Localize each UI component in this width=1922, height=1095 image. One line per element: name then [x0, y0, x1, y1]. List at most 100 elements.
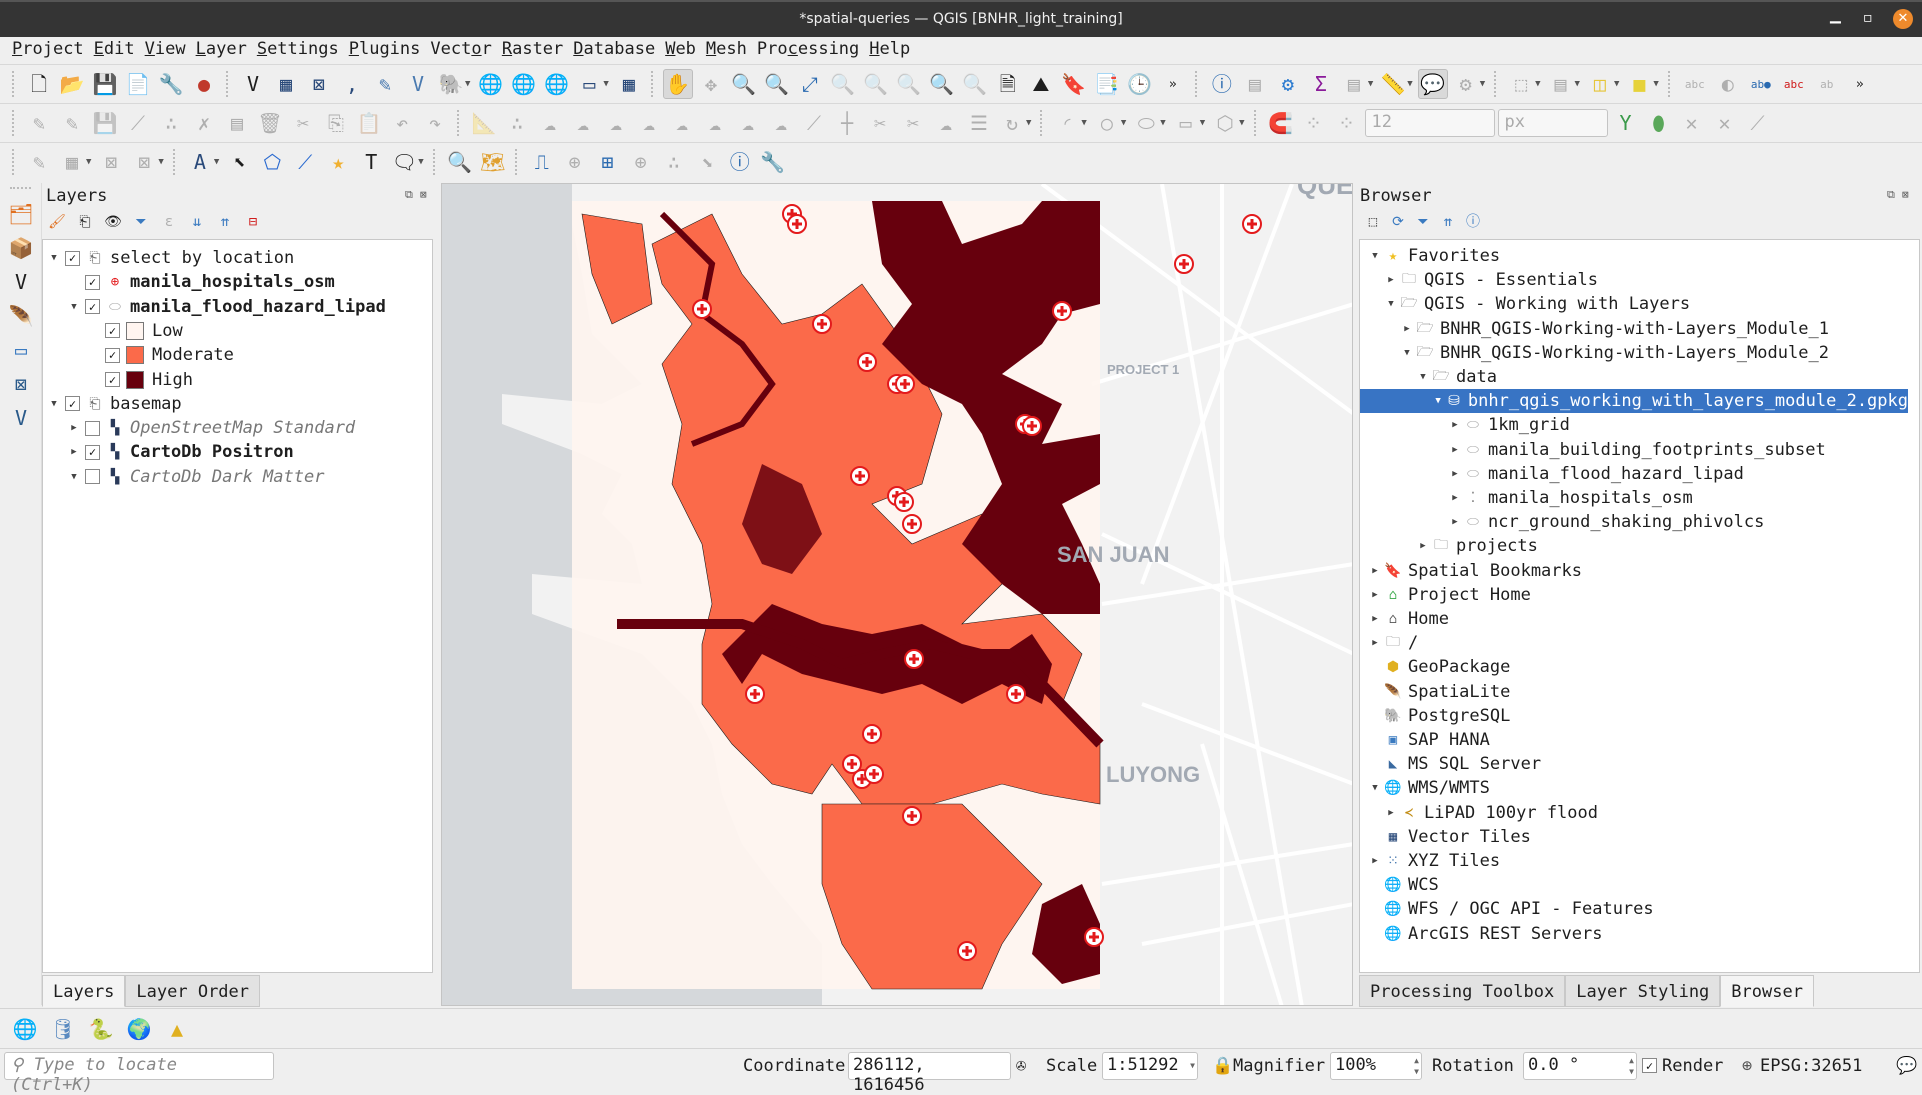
menu-settings[interactable]: Settings [253, 37, 345, 64]
snapping-intersection-icon[interactable]: ✕ [1677, 108, 1707, 138]
toolbar-grip[interactable] [432, 149, 438, 175]
hospital-marker[interactable] [812, 314, 832, 334]
scale-input[interactable]: 1:51292 ▼ [1102, 1052, 1198, 1080]
layer-tree-item[interactable]: ▶ ✓ ▚ CartoDb Positron [67, 440, 293, 464]
annotation-text-icon[interactable]: A [185, 147, 215, 177]
toolbar-grip[interactable] [1494, 71, 1499, 97]
polygon-annotation-icon[interactable]: ⬠ [257, 147, 287, 177]
browser-item[interactable]: ▶ ⌂ Home [1368, 607, 1449, 631]
add-selected-layers-icon[interactable]: ⬚ [1362, 211, 1384, 233]
grid-icon[interactable]: ⊞ [593, 147, 623, 177]
style-manager-icon[interactable]: 🖌 [46, 211, 68, 233]
select-features-icon[interactable]: ⬚ [1506, 69, 1536, 99]
label-tool-icon[interactable]: abc [1680, 69, 1710, 99]
diagram-icon[interactable]: ◐ [1713, 69, 1743, 99]
browser-item[interactable]: ▣ SAP HANA [1368, 728, 1490, 752]
highlight-pinned-labels-icon[interactable]: abc [1779, 69, 1809, 99]
browser-item[interactable]: ▼ 🗁 BNHR_QGIS-Working-with-Layers_Module_2 [1400, 341, 1829, 365]
metasearch-icon[interactable]: 🌐 [10, 1014, 40, 1044]
cut-features-icon[interactable]: ✂ [288, 108, 318, 138]
new-virtual-layer-icon[interactable]: ⊠ [6, 369, 36, 399]
zoom-full-icon[interactable]: ⤢ [795, 69, 825, 99]
processing-toolbox-icon[interactable]: ⚙ [1273, 69, 1303, 99]
remove-layer-icon[interactable]: ⊟ [242, 211, 264, 233]
browser-item[interactable]: ▶ ⬭ ncr_ground_shaking_phivolcs [1448, 510, 1764, 534]
expand-right-icon[interactable]: ▶ [1368, 614, 1382, 624]
menu-layer[interactable]: Layer [192, 37, 253, 64]
toolbar-grip[interactable] [172, 149, 178, 175]
browser-item[interactable]: ▶ ⬭ manila_flood_hazard_lipad [1448, 462, 1744, 486]
new-temporary-scratch-layer-icon[interactable]: ▭ [6, 335, 36, 365]
dropdown-arrow-icon[interactable]: ▼ [1653, 79, 1658, 89]
hospital-marker[interactable] [902, 806, 922, 826]
run-feature-action-icon[interactable]: ⚙ [1451, 69, 1481, 99]
delete-ring-icon[interactable]: ☁ [667, 108, 697, 138]
measure-line-icon[interactable]: 📏 [1378, 69, 1408, 99]
toggle-extents-icon[interactable]: ✇ [1016, 1056, 1026, 1076]
hospital-marker[interactable] [745, 684, 765, 704]
toolbar-grip[interactable] [650, 71, 656, 97]
expand-right-icon[interactable]: ▶ [1448, 469, 1462, 479]
add-point-cloud-layer-icon[interactable]: ▭ [574, 69, 604, 99]
modify-attributes-icon[interactable]: ▤ [222, 108, 252, 138]
new-spatial-bookmark-icon[interactable]: 🔖 [1059, 69, 1089, 99]
tab-processing-toolbox[interactable]: Processing Toolbox [1359, 975, 1566, 1007]
shape-digitize-rectangle-icon[interactable]: ▭ [1171, 108, 1201, 138]
advanced-digitizing-icon[interactable]: ✎ [24, 147, 54, 177]
browser-item[interactable]: ▼ 🗁 data [1416, 365, 1497, 389]
browser-item[interactable]: ▶ ⁙ XYZ Tiles [1368, 849, 1500, 873]
mesh-digitize-icon[interactable]: ⊠ [129, 147, 159, 177]
snapping-mode-icon[interactable]: ⁘ [1299, 108, 1329, 138]
delete-part-icon[interactable]: ☁ [700, 108, 730, 138]
field-calculator-icon[interactable]: ▤ [1240, 69, 1270, 99]
quickosm-icon[interactable]: 🔍 [445, 147, 475, 177]
visibility-checkbox[interactable]: ✓ [65, 250, 80, 266]
browser-item[interactable]: 🐘 PostgreSQL [1368, 704, 1510, 728]
expand-down-icon[interactable]: ▼ [1368, 783, 1382, 793]
snapping-units-select[interactable]: px [1497, 109, 1608, 137]
browser-item[interactable]: ▼ ⛁ bnhr_qgis_working_with_layers_module_2… [1360, 389, 1908, 414]
toolbar-grip[interactable] [1194, 71, 1200, 97]
zoom-last-icon[interactable]: 🔍 [927, 69, 957, 99]
expand-right-icon[interactable]: ▶ [67, 423, 81, 433]
messages-icon[interactable]: 💬 [1896, 1056, 1917, 1076]
snapping-type-icon[interactable]: ⁘ [1332, 108, 1362, 138]
visibility-checkbox[interactable]: ✓ [85, 444, 100, 460]
add-vector-layer-icon[interactable]: V [238, 69, 268, 99]
hospital-marker[interactable] [957, 941, 977, 961]
digitize-line-icon[interactable]: ⟋ [123, 108, 153, 138]
close-panel-icon[interactable]: ⊠ [420, 188, 427, 201]
new-project-icon[interactable]: 🗋 [24, 69, 54, 99]
pan-to-selection-icon[interactable]: ✥ [696, 69, 726, 99]
browser-item[interactable]: ▶ 🗀 QGIS - Essentials [1384, 268, 1598, 292]
menu-project[interactable]: Project [8, 37, 90, 64]
menu-help[interactable]: Help [865, 37, 916, 64]
browser-item[interactable]: 🪶 SpatiaLite [1368, 680, 1510, 704]
expand-down-icon[interactable]: ▼ [1400, 348, 1414, 358]
menu-view[interactable]: View [141, 37, 192, 64]
marker-annotation-icon[interactable]: ★ [323, 147, 353, 177]
new-3d-map-view-icon[interactable]: ⛰ [1026, 69, 1056, 99]
crs-button[interactable]: EPSG:32651 [1760, 1056, 1862, 1076]
visibility-checkbox[interactable]: ✓ [105, 347, 120, 363]
digitize-with-segment-icon[interactable]: 📐 [469, 108, 499, 138]
hospital-marker[interactable] [895, 374, 915, 394]
minimize-button[interactable]: ▁ [1830, 8, 1841, 24]
layer-tree-item[interactable]: ▶ ▚ OpenStreetMap Standard [67, 416, 355, 440]
collapse-all-icon[interactable]: ⇈ [1437, 211, 1459, 233]
simplify-feature-icon[interactable]: ☁ [568, 108, 598, 138]
hospital-marker[interactable] [850, 466, 870, 486]
shape-digitize-circular-icon[interactable]: ◜ [1052, 108, 1082, 138]
hospital-marker[interactable] [904, 649, 924, 669]
add-spatialite-layer-icon[interactable]: ✎ [370, 69, 400, 99]
add-wfs-layer-icon[interactable]: 🌐 [541, 69, 571, 99]
text-annotation-icon[interactable]: 🗨 [389, 147, 419, 177]
browser-item[interactable]: ⬢ GeoPackage [1368, 655, 1510, 679]
browser-item[interactable]: ▶ ⁚ manila_hospitals_osm [1448, 486, 1692, 510]
layer-tree-item[interactable]: ▼ ✓ ⬭ manila_flood_hazard_lipad [67, 295, 386, 319]
layer-tree-item[interactable]: ✓ ⊕ manila_hospitals_osm [67, 270, 335, 294]
fill-ring-icon[interactable]: ☁ [634, 108, 664, 138]
statistical-summary-icon[interactable]: Σ [1306, 69, 1336, 99]
expand-down-icon[interactable]: ▼ [1368, 251, 1382, 261]
expand-right-icon[interactable]: ▶ [1448, 493, 1462, 503]
